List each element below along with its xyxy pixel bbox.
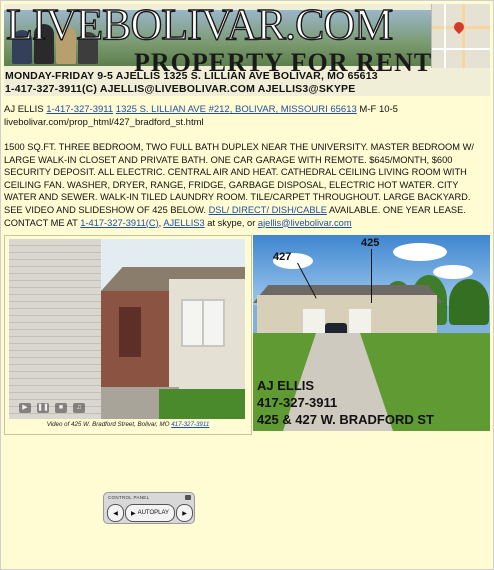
property-description: 1500 SQ.FT. THREE BEDROOM, TWO FULL BATH… [4,141,490,229]
description-text-3: at skype, or [204,217,258,228]
play-icon[interactable]: ▶ [19,403,31,413]
next-slide-button[interactable]: ▶ [176,504,193,522]
photo-overlay-phone: 417-327-3911 [257,395,338,410]
page: LIVEBOLIVAR.COM PROPERTY FOR RENT MONDAY… [0,0,494,570]
duplex-photo: 427 425 AJ ELLIS 417-327-3911 425 & 427 … [253,235,490,431]
previous-icon: ◀ [113,510,118,517]
front-door-image [119,307,141,357]
minimize-icon[interactable] [185,495,191,500]
email-link[interactable]: ajellis@livebolivar.com [258,218,352,228]
previous-slide-button[interactable]: ◀ [107,504,124,522]
volume-icon[interactable]: ♫ [73,403,85,413]
caption-text: Video of 425 W. Bradford Street, Bolivar… [46,421,172,428]
window-image [181,299,225,347]
unit-425-label: 425 [361,237,380,249]
unit-427-label: 427 [273,251,292,263]
contact-line: AJ ELLIS 1-417-327-3911 1325 S. LILLIAN … [4,103,490,129]
site-logo-text: LIVEBOLIVAR.COM [5,4,394,49]
map-thumbnail [431,4,490,68]
video-caption: Video of 425 W. Bradford Street, Bolivar… [5,421,251,428]
contact-name: AJ ELLIS [4,104,44,115]
photo-overlay-address: 425 & 427 W. BRADFORD ST [257,412,434,427]
internet-options-link[interactable]: DSL/ DIRECT/ DISH/CABLE [209,205,327,215]
video-player[interactable]: ▶ ❚❚ ■ ♫ [9,239,245,419]
autoplay-label: AUTOPLAY [137,510,170,516]
caption-phone-link[interactable]: 417-327-3911 [171,421,209,428]
header-banner: LIVEBOLIVAR.COM PROPERTY FOR RENT MONDAY… [4,4,490,96]
skype-link[interactable]: AJELLIS3 [163,218,204,228]
autoplay-button[interactable]: ▶ AUTOPLAY [125,504,175,522]
photo-overlay-name: AJ ELLIS [257,378,315,393]
video-controls: ▶ ❚❚ ■ ♫ [19,401,85,415]
phone-link[interactable]: 1-417-327-3911 [46,104,113,115]
slideshow-control-panel: CONTROL PANEL ◀ ▶ AUTOPLAY ▶ [103,492,195,524]
office-hours: M-F 10-5 [359,104,398,115]
siding-wall-image [9,239,101,419]
page-url: livebolivar.com/prop_html/427_bradford_s… [4,117,204,128]
address-link[interactable]: 1325 S. LILLIAN AVE #212, BOLIVAR, MISSO… [116,104,357,115]
control-panel-title: CONTROL PANEL [108,495,150,500]
video-container: ▶ ❚❚ ■ ♫ Video of 425 W. Bradford Street… [4,235,252,435]
banner-hours-address: MONDAY-FRIDAY 9-5 AJELLIS 1325 S. LILLIA… [5,70,378,82]
banner-contact-line: 1-417-327-3911(C) AJELLIS@LIVEBOLIVAR.CO… [5,83,356,95]
play-icon: ▶ [130,510,136,517]
cell-phone-link[interactable]: 1-417-327-3911(C) [80,218,158,228]
next-icon: ▶ [182,510,187,517]
stop-icon[interactable]: ■ [55,403,67,413]
pause-icon[interactable]: ❚❚ [37,403,49,413]
